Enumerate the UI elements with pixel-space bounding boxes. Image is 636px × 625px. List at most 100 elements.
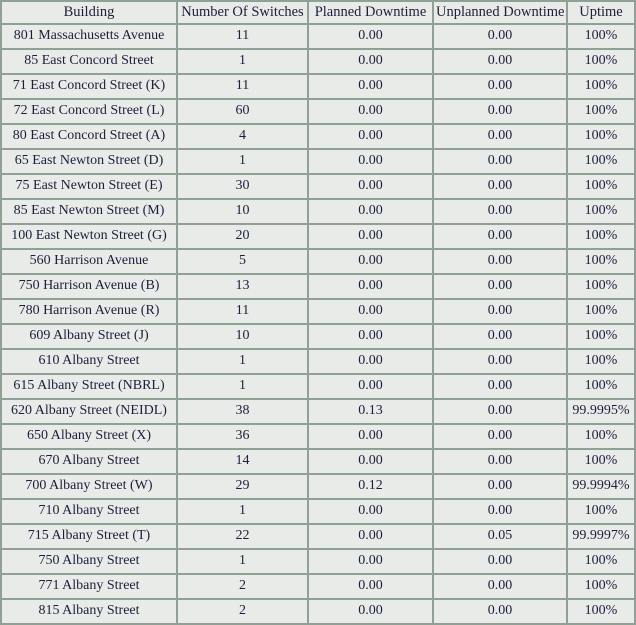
cell-uptime: 100%: [566, 498, 636, 523]
cell-unplanned-downtime: 0.00: [432, 123, 566, 148]
cell-unplanned-downtime: 0.00: [432, 273, 566, 298]
table-row[interactable]: 710 Albany Street 1 0.00 0.00 100%: [0, 498, 636, 523]
table-row[interactable]: 85 East Concord Street 1 0.00 0.00 100%: [0, 48, 636, 73]
cell-planned-downtime: 0.00: [307, 23, 432, 48]
cell-uptime: 100%: [566, 273, 636, 298]
table-row[interactable]: 72 East Concord Street (L) 60 0.00 0.00 100%: [0, 98, 636, 123]
cell-uptime: 100%: [566, 448, 636, 473]
column-header-switches[interactable]: Number Of Switches: [176, 0, 307, 23]
cell-building: 72 East Concord Street (L): [0, 98, 176, 123]
cell-unplanned-downtime: 0.05: [432, 523, 566, 548]
cell-unplanned-downtime: 0.00: [432, 598, 566, 625]
cell-unplanned-downtime: 0.00: [432, 23, 566, 48]
cell-unplanned-downtime: 0.00: [432, 73, 566, 98]
cell-building: 620 Albany Street (NEIDL): [0, 398, 176, 423]
cell-planned-downtime: 0.00: [307, 298, 432, 323]
column-header-planned-downtime[interactable]: Planned Downtime: [307, 0, 432, 23]
cell-unplanned-downtime: 0.00: [432, 448, 566, 473]
cell-number-of-switches: 2: [176, 598, 307, 625]
building-uptime-table: Building Number Of Switches Planned Down…: [0, 0, 636, 625]
table-row[interactable]: 780 Harrison Avenue (R) 11 0.00 0.00 100%: [0, 298, 636, 323]
cell-uptime: 100%: [566, 123, 636, 148]
cell-number-of-switches: 1: [176, 48, 307, 73]
table-row[interactable]: 75 East Newton Street (E) 30 0.00 0.00 100%: [0, 173, 636, 198]
cell-uptime: 100%: [566, 98, 636, 123]
cell-number-of-switches: 5: [176, 248, 307, 273]
cell-number-of-switches: 2: [176, 573, 307, 598]
cell-building: 610 Albany Street: [0, 348, 176, 373]
cell-number-of-switches: 11: [176, 23, 307, 48]
table-row[interactable]: 71 East Concord Street (K) 11 0.00 0.00 100%: [0, 73, 636, 98]
cell-planned-downtime: 0.00: [307, 273, 432, 298]
cell-uptime: 100%: [566, 573, 636, 598]
table-header-row: Building Number Of Switches Planned Down…: [0, 0, 636, 23]
cell-unplanned-downtime: 0.00: [432, 323, 566, 348]
table-row[interactable]: 65 East Newton Street (D) 1 0.00 0.00 100%: [0, 148, 636, 173]
cell-unplanned-downtime: 0.00: [432, 173, 566, 198]
cell-building: 815 Albany Street: [0, 598, 176, 625]
cell-uptime: 100%: [566, 173, 636, 198]
cell-planned-downtime: 0.00: [307, 423, 432, 448]
cell-number-of-switches: 20: [176, 223, 307, 248]
table-row[interactable]: 801 Massachusetts Avenue 11 0.00 0.00 100%: [0, 23, 636, 48]
cell-building: 715 Albany Street (T): [0, 523, 176, 548]
table-row[interactable]: 100 East Newton Street (G) 20 0.00 0.00 100%: [0, 223, 636, 248]
column-header-building[interactable]: Building: [0, 0, 176, 23]
table-row[interactable]: 700 Albany Street (W) 29 0.12 0.00 99.9994%: [0, 473, 636, 498]
cell-building: 750 Albany Street: [0, 548, 176, 573]
cell-planned-downtime: 0.00: [307, 573, 432, 598]
cell-uptime: 100%: [566, 48, 636, 73]
cell-unplanned-downtime: 0.00: [432, 223, 566, 248]
table-body: 801 Massachusetts Avenue 11 0.00 0.00 100% 85…: [0, 23, 636, 625]
cell-building: 80 East Concord Street (A): [0, 123, 176, 148]
table-row[interactable]: 615 Albany Street (NBRL) 1 0.00 0.00 100%: [0, 373, 636, 398]
cell-uptime: 100%: [566, 298, 636, 323]
table-row[interactable]: 80 East Concord Street (A) 4 0.00 0.00 100%: [0, 123, 636, 148]
cell-uptime: 100%: [566, 373, 636, 398]
table-row[interactable]: 771 Albany Street 2 0.00 0.00 100%: [0, 573, 636, 598]
table-row[interactable]: 650 Albany Street (X) 36 0.00 0.00 100%: [0, 423, 636, 448]
table-row[interactable]: 85 East Newton Street (M) 10 0.00 0.00 100%: [0, 198, 636, 223]
cell-unplanned-downtime: 0.00: [432, 98, 566, 123]
cell-building: 560 Harrison Avenue: [0, 248, 176, 273]
cell-planned-downtime: 0.12: [307, 473, 432, 498]
cell-planned-downtime: 0.13: [307, 398, 432, 423]
cell-uptime: 99.9997%: [566, 523, 636, 548]
cell-number-of-switches: 60: [176, 98, 307, 123]
column-header-unplanned-downtime[interactable]: Unplanned Downtime: [432, 0, 566, 23]
cell-number-of-switches: 1: [176, 348, 307, 373]
table-row[interactable]: 670 Albany Street 14 0.00 0.00 100%: [0, 448, 636, 473]
cell-unplanned-downtime: 0.00: [432, 573, 566, 598]
cell-planned-downtime: 0.00: [307, 148, 432, 173]
table-row[interactable]: 620 Albany Street (NEIDL) 38 0.13 0.00 99.99…: [0, 398, 636, 423]
cell-number-of-switches: 11: [176, 73, 307, 98]
cell-planned-downtime: 0.00: [307, 198, 432, 223]
cell-building: 700 Albany Street (W): [0, 473, 176, 498]
cell-unplanned-downtime: 0.00: [432, 473, 566, 498]
table-row[interactable]: 560 Harrison Avenue 5 0.00 0.00 100%: [0, 248, 636, 273]
table-row[interactable]: 609 Albany Street (J) 10 0.00 0.00 100%: [0, 323, 636, 348]
cell-building: 771 Albany Street: [0, 573, 176, 598]
table-row[interactable]: 750 Albany Street 1 0.00 0.00 100%: [0, 548, 636, 573]
cell-building: 71 East Concord Street (K): [0, 73, 176, 98]
cell-building: 650 Albany Street (X): [0, 423, 176, 448]
cell-number-of-switches: 11: [176, 298, 307, 323]
column-header-uptime[interactable]: Uptime: [566, 0, 636, 23]
cell-planned-downtime: 0.00: [307, 173, 432, 198]
cell-unplanned-downtime: 0.00: [432, 548, 566, 573]
cell-number-of-switches: 1: [176, 498, 307, 523]
table-row[interactable]: 815 Albany Street 2 0.00 0.00 100%: [0, 598, 636, 625]
cell-building: 615 Albany Street (NBRL): [0, 373, 176, 398]
cell-number-of-switches: 13: [176, 273, 307, 298]
table-row[interactable]: 750 Harrison Avenue (B) 13 0.00 0.00 100%: [0, 273, 636, 298]
cell-number-of-switches: 4: [176, 123, 307, 148]
cell-number-of-switches: 1: [176, 148, 307, 173]
cell-number-of-switches: 36: [176, 423, 307, 448]
cell-uptime: 100%: [566, 598, 636, 625]
cell-number-of-switches: 30: [176, 173, 307, 198]
table-row[interactable]: 715 Albany Street (T) 22 0.00 0.05 99.9997%: [0, 523, 636, 548]
cell-unplanned-downtime: 0.00: [432, 373, 566, 398]
cell-unplanned-downtime: 0.00: [432, 398, 566, 423]
cell-uptime: 100%: [566, 223, 636, 248]
table-row[interactable]: 610 Albany Street 1 0.00 0.00 100%: [0, 348, 636, 373]
